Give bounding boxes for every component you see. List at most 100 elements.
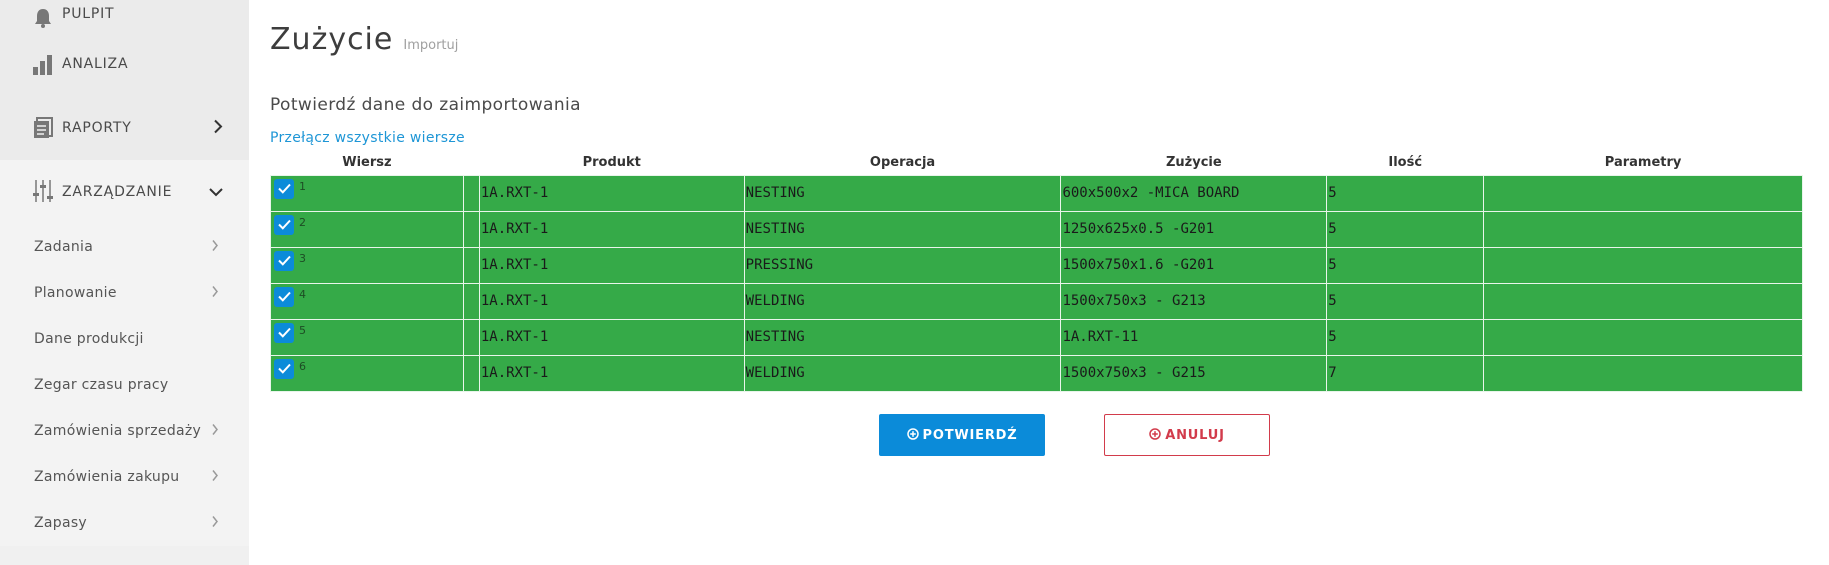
sidebar-subitem-label: Zadania [34, 239, 94, 255]
sidebar-subitem-dane-produkcji[interactable]: Dane produkcji [0, 316, 249, 362]
cell-operation: PRESSING [743, 246, 1062, 284]
sidebar-subitem-zapasy[interactable]: Zapasy [0, 500, 249, 546]
spacer-cell [462, 354, 480, 392]
sidebar-top-group: PULPIT ANALIZA RAPORTY [0, 0, 249, 160]
table-row[interactable]: 3 1A.RXT-1 PRESSING 1500x750x1.6 -G201 5 [270, 246, 1803, 284]
sidebar-item-label: RAPORTY [62, 120, 132, 136]
cell-usage: 1250x625x0.5 -G201 [1060, 210, 1328, 248]
sidebar-subitem-planowanie[interactable]: Planowanie [0, 270, 249, 316]
row-select-cell: 5 [270, 318, 464, 356]
cell-usage: 1A.RXT-11 [1060, 318, 1328, 356]
sidebar-subitem-zadania[interactable]: Zadania [0, 224, 249, 270]
cell-operation: NESTING [743, 174, 1062, 212]
page-title: Zużycie [270, 22, 394, 57]
row-checkbox[interactable] [274, 214, 294, 235]
cancel-button[interactable]: ANULUJ [1104, 414, 1270, 456]
confirm-button[interactable]: POTWIERDŹ [879, 414, 1045, 456]
sidebar-subitem-label: Zapasy [34, 515, 88, 531]
spacer-cell [462, 174, 480, 212]
sidebar-subitem-label: Zamówienia zakupu [34, 469, 180, 485]
row-select-cell: 4 [270, 282, 464, 320]
plus-circle-icon [906, 427, 919, 443]
cell-params [1483, 174, 1803, 212]
cell-product: 1A.RXT-1 [478, 282, 745, 320]
row-select-cell: 6 [270, 354, 464, 392]
row-number: 5 [299, 323, 306, 337]
cell-params [1483, 282, 1803, 320]
sidebar-section-zarzadzanie: ZARZĄDZANIE Zadania Planowanie Dane prod… [0, 160, 249, 546]
sidebar-item-analiza[interactable]: ANALIZA [0, 32, 249, 96]
chevron-right-icon [211, 516, 219, 531]
row-number: 6 [299, 359, 306, 373]
sidebar-item-raporty[interactable]: RAPORTY [0, 96, 249, 160]
bell-icon [32, 6, 54, 28]
row-checkbox[interactable] [274, 322, 294, 343]
row-checkbox[interactable] [274, 178, 294, 199]
sidebar-subitem-zamowienia-zakupu[interactable]: Zamówienia zakupu [0, 454, 249, 500]
cell-params [1483, 210, 1803, 248]
cell-usage: 1500x750x1.6 -G201 [1060, 246, 1328, 284]
cell-quantity: 5 [1326, 174, 1485, 212]
cell-operation: NESTING [743, 210, 1062, 248]
check-icon [277, 291, 291, 302]
sidebar-item-label: ZARZĄDZANIE [62, 184, 173, 200]
row-number: 3 [299, 251, 306, 265]
check-icon [277, 219, 291, 230]
chevron-down-icon [209, 184, 223, 200]
table-row[interactable]: 6 1A.RXT-1 WELDING 1500x750x3 - G215 7 [270, 354, 1803, 392]
chevron-right-icon [211, 240, 219, 255]
cell-quantity: 7 [1326, 354, 1485, 392]
sidebar-item-zarzadzanie[interactable]: ZARZĄDZANIE [0, 160, 249, 224]
document-icon [32, 117, 54, 139]
chevron-right-icon [211, 470, 219, 485]
cell-product: 1A.RXT-1 [478, 318, 745, 356]
sidebar-subitem-zamowienia-sprzedazy[interactable]: Zamówienia sprzedaży [0, 408, 249, 454]
cell-params [1483, 354, 1803, 392]
cell-operation: NESTING [743, 318, 1062, 356]
table-row[interactable]: 1 1A.RXT-1 NESTING 600x500x2 -MICA BOARD… [270, 174, 1803, 212]
row-number: 4 [299, 287, 306, 301]
row-select-cell: 2 [270, 210, 464, 248]
cell-product: 1A.RXT-1 [478, 246, 745, 284]
chevron-right-icon [211, 286, 219, 301]
table-row[interactable]: 4 1A.RXT-1 WELDING 1500x750x3 - G213 5 [270, 282, 1803, 320]
check-icon [277, 255, 291, 266]
page-subtitle: Importuj [403, 38, 459, 53]
sidebar-item-pulpit[interactable]: PULPIT [0, 0, 249, 32]
column-header-parametry: Parametry [1483, 151, 1803, 175]
row-number: 2 [299, 215, 306, 229]
cell-usage: 1500x750x3 - G215 [1060, 354, 1328, 392]
table-row[interactable]: 2 1A.RXT-1 NESTING 1250x625x0.5 -G201 5 [270, 210, 1803, 248]
cell-params [1483, 246, 1803, 284]
bar-chart-icon [32, 53, 54, 75]
sidebar: PULPIT ANALIZA RAPORTY ZARZĄDZANIE Zadan… [0, 0, 249, 565]
sidebar-subitem-zegar-czasu-pracy[interactable]: Zegar czasu pracy [0, 362, 249, 408]
sidebar-item-label: ANALIZA [62, 56, 129, 72]
cell-product: 1A.RXT-1 [478, 174, 745, 212]
row-checkbox[interactable] [274, 250, 294, 271]
spacer-cell [462, 246, 480, 284]
cell-operation: WELDING [743, 354, 1062, 392]
sidebar-subitem-label: Zegar czasu pracy [34, 377, 169, 393]
cell-product: 1A.RXT-1 [478, 354, 745, 392]
sidebar-subitem-label: Zamówienia sprzedaży [34, 423, 202, 439]
toggle-all-rows-link[interactable]: Przełącz wszystkie wiersze [270, 130, 465, 146]
cell-quantity: 5 [1326, 318, 1485, 356]
confirm-button-label: POTWIERDŹ [922, 427, 1018, 443]
row-checkbox[interactable] [274, 286, 294, 307]
row-select-cell: 1 [270, 174, 464, 212]
sidebar-subitem-label: Dane produkcji [34, 331, 144, 347]
spacer-cell [462, 210, 480, 248]
cell-quantity: 5 [1326, 210, 1485, 248]
table-row[interactable]: 5 1A.RXT-1 NESTING 1A.RXT-11 5 [270, 318, 1803, 356]
cell-usage: 600x500x2 -MICA BOARD [1060, 174, 1328, 212]
row-select-cell: 3 [270, 246, 464, 284]
row-checkbox[interactable] [274, 358, 294, 379]
cell-params [1483, 318, 1803, 356]
cell-quantity: 5 [1326, 246, 1485, 284]
cell-quantity: 5 [1326, 282, 1485, 320]
sidebar-subitem-label: Planowanie [34, 285, 117, 301]
column-header-spacer [463, 151, 480, 175]
column-header-operacja: Operacja [744, 151, 1061, 175]
sliders-icon [32, 180, 54, 203]
